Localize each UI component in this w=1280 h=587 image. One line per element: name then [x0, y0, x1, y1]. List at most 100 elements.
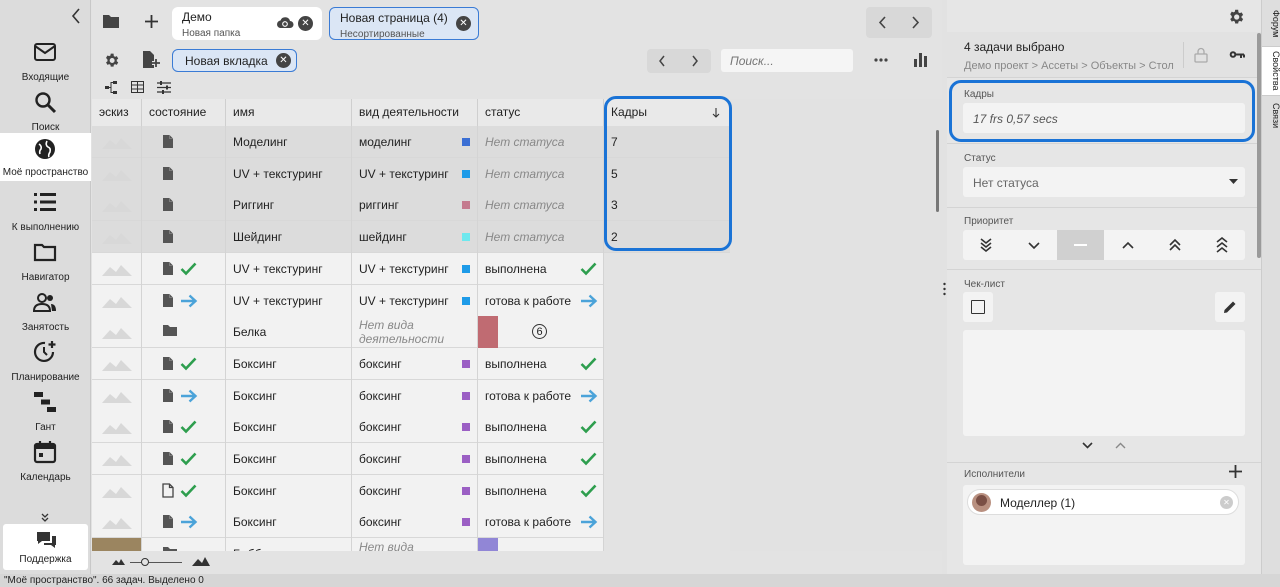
name-cell[interactable]: Белка — [226, 316, 352, 349]
gear-icon[interactable] — [1227, 8, 1245, 26]
status-cell[interactable]: готова к работе — [478, 379, 604, 412]
table-row[interactable]: UV + текстуринг UV + текстуринг выполнена — [92, 252, 730, 285]
status-cell[interactable]: готова к работе — [478, 506, 604, 539]
tab-forum[interactable]: Форум — [1262, 6, 1280, 42]
table-row[interactable]: Боксинг боксинг выполнена — [92, 474, 730, 507]
table-row[interactable]: UV + текстуринг UV + текстуринг Нет статус… — [92, 157, 730, 190]
thumbnail-placeholder-icon[interactable] — [92, 189, 142, 222]
zoom-out-icon[interactable] — [112, 557, 125, 565]
nav-my-space[interactable]: Моё пространство — [0, 133, 91, 181]
table-row[interactable]: UV + текстуринг UV + текстуринг готова к р… — [92, 284, 730, 317]
thumbnail-placeholder-icon[interactable] — [92, 284, 142, 317]
add-page-icon[interactable] — [142, 50, 160, 70]
thumbnail-placeholder-icon[interactable] — [92, 157, 142, 190]
frames-cell[interactable]: 2 — [604, 221, 730, 253]
chevron-left-icon[interactable] — [658, 55, 666, 67]
status-cell[interactable] — [478, 538, 604, 551]
name-cell[interactable]: Боксинг — [226, 347, 352, 380]
table-row[interactable]: Риггинг риггинг Нет статуса 3 — [92, 189, 730, 222]
chevron-right-icon[interactable] — [691, 55, 699, 67]
zoom-in-icon[interactable] — [192, 555, 210, 566]
add-assignee-icon[interactable] — [1229, 465, 1242, 478]
edit-checklist-button[interactable] — [1215, 292, 1245, 322]
col-header-state[interactable]: состояние — [142, 99, 226, 126]
frames-field[interactable]: 17 frs 0,57 secs — [963, 103, 1245, 133]
status-cell[interactable]: выполнена — [478, 347, 604, 380]
checklist-area[interactable] — [963, 330, 1245, 436]
thumbnail-placeholder-icon[interactable] — [92, 347, 142, 380]
breadcrumb[interactable]: Демо проект > Ассеты > Объекты > Стол — [964, 60, 1174, 72]
zoom-slider-handle[interactable] — [141, 558, 149, 566]
status-cell[interactable]: готова к работе — [478, 284, 604, 317]
col-header-thumbnail[interactable]: эскиз — [92, 99, 142, 126]
sort-down-icon[interactable] — [712, 108, 720, 118]
thumbnail-placeholder-icon[interactable] — [92, 506, 142, 539]
priority-higher-button[interactable] — [1151, 230, 1198, 260]
table-row[interactable]: БиббиНет вида — [92, 538, 730, 551]
activity-cell[interactable]: моделинг — [352, 126, 478, 158]
search-input[interactable] — [721, 49, 853, 72]
name-cell[interactable]: Бибби — [226, 538, 352, 551]
thumbnail-placeholder-icon[interactable] — [92, 316, 142, 349]
nav-planning[interactable]: Планирование — [0, 338, 91, 388]
activity-cell[interactable]: боксинг — [352, 474, 478, 507]
close-tab-icon[interactable]: ✕ — [298, 16, 313, 31]
folder-icon[interactable] — [102, 14, 120, 29]
bar-chart-icon[interactable] — [914, 52, 928, 67]
table-row[interactable]: Боксинг боксинг готова к работе — [92, 506, 730, 539]
thumbnail-placeholder-icon[interactable] — [92, 221, 142, 254]
hierarchy-icon[interactable] — [105, 81, 118, 94]
status-cell[interactable]: выполнена — [478, 443, 604, 475]
activity-cell[interactable]: боксинг — [352, 506, 478, 539]
thumbnail-placeholder-icon[interactable] — [92, 252, 142, 285]
tab-properties[interactable]: Свойства — [1262, 46, 1280, 96]
chevron-left-icon[interactable] — [878, 16, 887, 29]
cloud-sync-icon[interactable] — [276, 15, 294, 29]
add-tab-icon[interactable] — [144, 14, 159, 29]
nav-calendar[interactable]: Календарь — [0, 438, 91, 488]
checkbox[interactable] — [963, 292, 993, 322]
priority-highest-button[interactable] — [1198, 230, 1245, 260]
activity-cell[interactable]: боксинг — [352, 347, 478, 380]
col-header-frames[interactable]: Кадры — [604, 99, 730, 126]
nav-navigator[interactable]: Навигатор — [0, 238, 91, 288]
name-cell[interactable]: UV + текстуринг — [226, 284, 352, 317]
lock-icon[interactable] — [1194, 47, 1208, 63]
subtab-new[interactable]: Новая вкладка ✕ — [172, 49, 297, 72]
priority-low-button[interactable] — [1010, 230, 1057, 260]
name-cell[interactable]: UV + текстуринг — [226, 252, 352, 285]
name-cell[interactable]: UV + текстуринг — [226, 157, 352, 190]
tab-demo[interactable]: Демо Новая папка ✕ — [172, 7, 322, 40]
name-cell[interactable]: Боксинг — [226, 443, 352, 475]
nav-workload[interactable]: Занятость — [0, 288, 91, 338]
status-cell[interactable]: Нет статуса — [478, 189, 604, 222]
status-cell[interactable]: выполнена — [478, 411, 604, 444]
activity-cell[interactable]: шейдинг — [352, 221, 478, 254]
activity-cell[interactable]: Нет вида деятельности — [352, 316, 478, 349]
expand-down-icon[interactable] — [1082, 442, 1093, 449]
table-row[interactable]: Шейдинг шейдинг Нет статуса 2 — [92, 221, 730, 254]
more-icon[interactable] — [874, 58, 888, 62]
name-cell[interactable]: Боксинг — [226, 379, 352, 412]
activity-cell[interactable]: UV + текстуринг — [352, 157, 478, 190]
thumbnail-placeholder-icon[interactable] — [92, 443, 142, 475]
nav-search[interactable]: Поиск — [0, 88, 91, 138]
table-row[interactable]: Боксинг боксинг выполнена — [92, 411, 730, 444]
expand-more-icon[interactable] — [40, 513, 50, 523]
nav-gantt[interactable]: Гант — [0, 388, 91, 438]
thumbnail-placeholder-icon[interactable] — [92, 474, 142, 507]
priority-high-button[interactable] — [1104, 230, 1151, 260]
priority-normal-button[interactable] — [1057, 230, 1104, 260]
thumbnail-placeholder-icon[interactable] — [92, 411, 142, 444]
activity-cell[interactable]: риггинг — [352, 189, 478, 222]
activity-cell[interactable]: UV + текстуринг — [352, 284, 478, 317]
status-cell[interactable]: Нет статуса — [478, 157, 604, 190]
gear-icon[interactable] — [103, 52, 120, 69]
name-cell[interactable]: Моделинг — [226, 126, 352, 158]
assignee-chip[interactable]: Моделлер (1) ✕ — [967, 489, 1239, 515]
activity-cell[interactable]: боксинг — [352, 411, 478, 444]
status-cell[interactable]: выполнена — [478, 252, 604, 285]
filter-sliders-icon[interactable] — [157, 81, 171, 94]
activity-cell[interactable]: боксинг — [352, 443, 478, 475]
nav-inbox[interactable]: Входящие — [0, 38, 91, 88]
